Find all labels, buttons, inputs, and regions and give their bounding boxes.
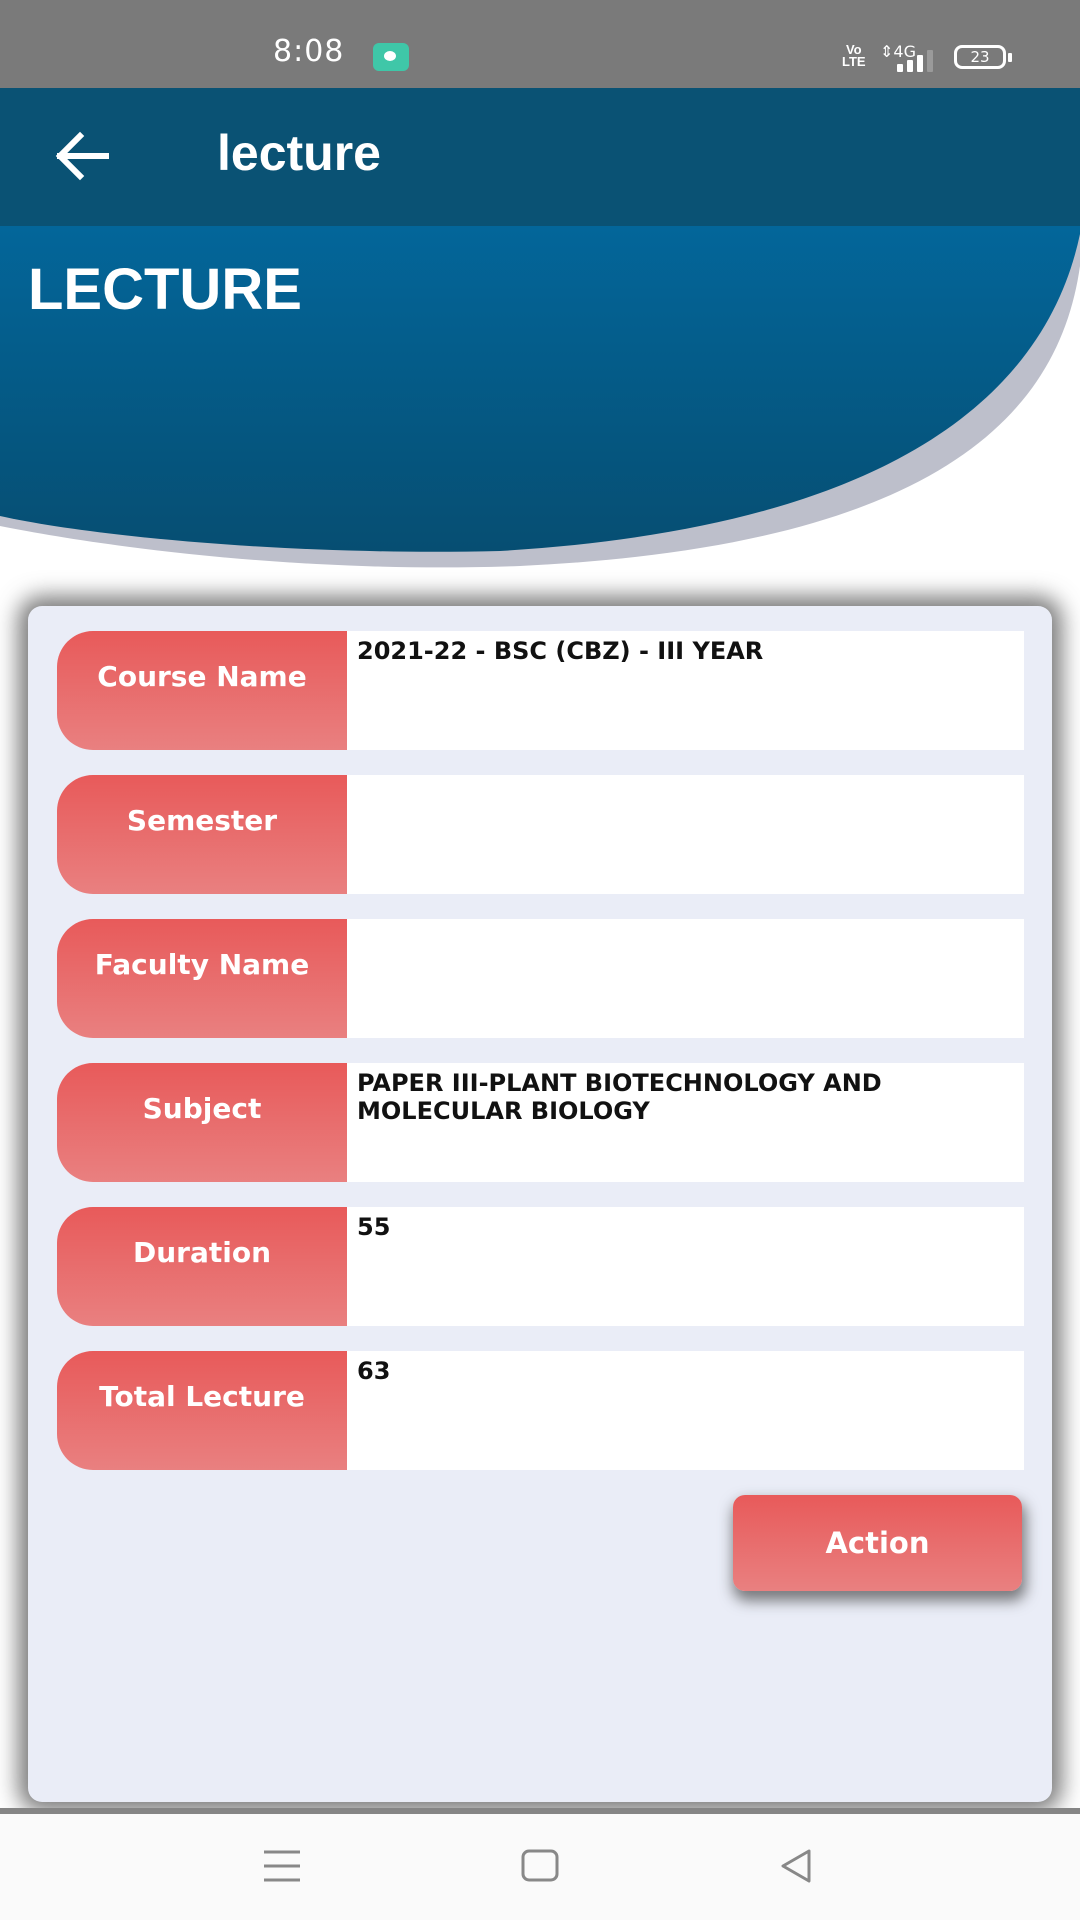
duration-value: 55: [347, 1207, 1024, 1326]
back-triangle-icon: [781, 1849, 811, 1883]
subject-row: Subject PAPER III-PLANT BIOTECHNOLOGY AN…: [57, 1063, 1024, 1182]
home-button[interactable]: [515, 1844, 565, 1894]
duration-row: Duration 55: [57, 1207, 1024, 1326]
faculty-name-label: Faculty Name: [57, 919, 347, 1038]
arrow-left-icon: [55, 131, 109, 181]
semester-row: Semester: [57, 775, 1024, 894]
page-heading: LECTURE: [28, 257, 302, 322]
total-lecture-label: Total Lecture: [57, 1351, 347, 1470]
faculty-name-value: [347, 919, 1024, 1038]
status-time: 8:08: [273, 34, 345, 69]
course-name-row: Course Name 2021-22 - BSC (CBZ) - III YE…: [57, 631, 1024, 750]
screen: 8:08 Vo LTE ⇕4G 23 lecture LECTURE Cours…: [0, 0, 1080, 1920]
signal-strength-icon: [897, 50, 937, 72]
battery-level: 23: [970, 48, 990, 66]
home-icon: [521, 1849, 559, 1882]
faculty-name-row: Faculty Name: [57, 919, 1024, 1038]
recent-apps-button[interactable]: [257, 1844, 307, 1894]
subject-label: Subject: [57, 1063, 347, 1182]
system-nav-bar: [0, 1814, 1080, 1920]
hero-banner: LECTURE: [0, 226, 1080, 576]
app-notification-icon: [373, 43, 409, 71]
menu-icon: [264, 1850, 300, 1882]
semester-value: [347, 775, 1024, 894]
volte-label-bottom: LTE: [842, 54, 866, 69]
app-bar: lecture: [0, 88, 1080, 226]
course-name-value: 2021-22 - BSC (CBZ) - III YEAR: [347, 631, 1024, 750]
semester-label: Semester: [57, 775, 347, 894]
app-bar-title: lecture: [217, 125, 381, 181]
back-button[interactable]: [50, 128, 114, 184]
back-nav-button[interactable]: [773, 1844, 823, 1894]
course-name-label: Course Name: [57, 631, 347, 750]
lecture-details-card: Course Name 2021-22 - BSC (CBZ) - III YE…: [28, 606, 1052, 1802]
battery-icon: 23: [954, 45, 1012, 69]
total-lecture-row: Total Lecture 63: [57, 1351, 1024, 1470]
total-lecture-value: 63: [347, 1351, 1024, 1470]
subject-value: PAPER III-PLANT BIOTECHNOLOGY AND MOLECU…: [347, 1063, 1024, 1182]
action-button[interactable]: Action: [733, 1495, 1022, 1591]
volte-icon: Vo LTE: [842, 43, 866, 69]
status-bar: 8:08 Vo LTE ⇕4G 23: [0, 0, 1080, 88]
duration-label: Duration: [57, 1207, 347, 1326]
